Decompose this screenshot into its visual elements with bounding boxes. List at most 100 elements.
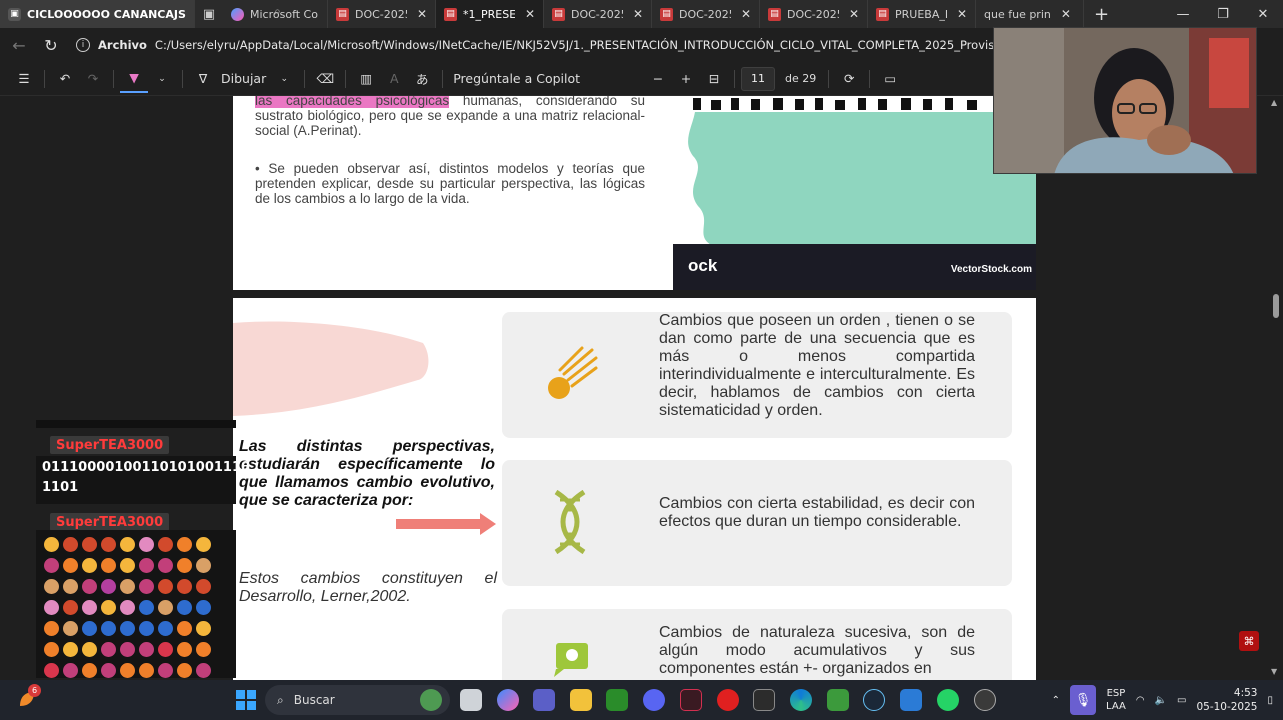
- minimize-icon[interactable]: —: [1163, 0, 1203, 28]
- emoji-icon: [44, 558, 59, 573]
- emoji-icon: [63, 663, 78, 678]
- highlighted-text[interactable]: las capacidades psicológicas: [255, 96, 450, 108]
- clock[interactable]: 4:53 05-10-2025: [1196, 686, 1257, 714]
- notification-badge: 6: [28, 684, 41, 697]
- translate-icon[interactable]: あ: [408, 65, 436, 93]
- file-explorer-icon[interactable]: [570, 689, 592, 711]
- copilot-icon: [231, 7, 244, 21]
- redo-icon[interactable]: ↷: [79, 65, 107, 93]
- whatsapp-icon[interactable]: [937, 689, 959, 711]
- steam-icon[interactable]: [863, 689, 885, 711]
- emoji-icon: [196, 663, 211, 678]
- refresh-icon[interactable]: ↻: [40, 36, 62, 55]
- youtube-icon[interactable]: [717, 689, 739, 711]
- nvidia-icon[interactable]: [606, 689, 628, 711]
- chevron-down-icon[interactable]: ⌄: [148, 65, 176, 93]
- edge-icon[interactable]: [790, 689, 812, 711]
- eraser-icon[interactable]: ⌫: [311, 65, 339, 93]
- teams-icon[interactable]: [533, 689, 555, 711]
- notifications-icon[interactable]: ▯: [1267, 695, 1273, 706]
- minecraft-icon[interactable]: [827, 689, 849, 711]
- close-tab-icon[interactable]: ✕: [741, 7, 751, 21]
- wifi-icon[interactable]: ◠: [1136, 695, 1145, 706]
- undo-icon[interactable]: ↶: [51, 65, 79, 93]
- emoji-icon: [120, 600, 135, 615]
- emoji-icon: [63, 537, 78, 552]
- close-tab-icon[interactable]: ✕: [525, 7, 535, 21]
- emoji-icon: [177, 663, 192, 678]
- discord-icon[interactable]: [643, 689, 665, 711]
- emoji-icon: [101, 600, 116, 615]
- emoji-icon: [177, 642, 192, 657]
- chevron-up-icon[interactable]: ⌃: [1052, 695, 1060, 706]
- card-stability-text: Cambios con cierta estabilidad, es decir…: [659, 495, 975, 530]
- tab-doc-4[interactable]: ▤ DOC-202510 ✕: [760, 0, 868, 28]
- tab-presentacion[interactable]: ▤ *1_PRESENT ✕: [436, 0, 544, 28]
- volume-icon[interactable]: 🔈: [1155, 695, 1167, 706]
- emoji-icon: [158, 579, 173, 594]
- start-button[interactable]: [236, 690, 256, 710]
- close-window-icon[interactable]: ✕: [1243, 0, 1283, 28]
- emoji-icon: [177, 579, 192, 594]
- chat-overlay: SuperTEA3000 01110000100110101001110 110…: [36, 420, 250, 678]
- ask-copilot-button[interactable]: Pregúntale a Copilot: [449, 65, 584, 93]
- microphone-icon[interactable]: 🎙: [1070, 685, 1097, 715]
- read-aloud-icon[interactable]: A: [380, 65, 408, 93]
- pdf-icon: ▤: [876, 7, 889, 21]
- copilot-icon[interactable]: [497, 689, 519, 711]
- emoji-icon: [82, 621, 97, 636]
- page-number-input[interactable]: 11: [741, 66, 776, 91]
- close-tab-icon[interactable]: ✕: [633, 7, 643, 21]
- epic-games-icon[interactable]: [753, 689, 775, 711]
- url-field[interactable]: i Archivo C:/Users/elyru/AppData/Local/M…: [76, 38, 1055, 52]
- contents-icon[interactable]: ☰: [10, 65, 38, 93]
- tab-doc-2[interactable]: ▤ DOC-202509 ✕: [544, 0, 652, 28]
- emoji-icon: [44, 621, 59, 636]
- fit-page-icon[interactable]: ⊟: [700, 65, 728, 93]
- weather-widget[interactable]: 6: [16, 684, 41, 710]
- close-tab-icon[interactable]: ✕: [849, 7, 859, 21]
- settings-icon[interactable]: [974, 689, 996, 711]
- scroll-down-icon[interactable]: ▼: [1271, 667, 1277, 676]
- text-icon[interactable]: ▥: [352, 65, 380, 93]
- emoji-icon: [82, 600, 97, 615]
- divider: [345, 69, 347, 88]
- tab-doc-1[interactable]: ▤ DOC-202509 ✕: [328, 0, 436, 28]
- tab-group-cicloooooo[interactable]: ▣ CICLOOOOOO CANANCAJSDNA: [0, 0, 195, 28]
- page-view-icon[interactable]: ▭: [876, 65, 904, 93]
- tab-search[interactable]: ⌕ que fue prin ✕: [274, 0, 1084, 28]
- battery-icon[interactable]: ▭: [1177, 695, 1186, 706]
- back-icon[interactable]: ←: [8, 36, 30, 55]
- windows-taskbar: 6 ⌕ Buscar ⌃ 🎙 ESP LAA ◠ 🔈 ▭ 4:53 05-10-…: [0, 680, 1283, 720]
- tab-actions-icon[interactable]: ▣: [195, 0, 223, 28]
- vertical-scrollbar[interactable]: ▲ ▼: [1269, 96, 1283, 680]
- emoji-icon: [139, 558, 154, 573]
- chevron-down-icon[interactable]: ⌄: [270, 65, 298, 93]
- task-view-icon[interactable]: [460, 689, 482, 711]
- valorant-icon[interactable]: [680, 689, 702, 711]
- tab-prueba[interactable]: ▤ PRUEBA_DE ✕: [868, 0, 976, 28]
- info-icon[interactable]: i: [76, 38, 90, 52]
- maximize-icon[interactable]: ❐: [1203, 0, 1243, 28]
- language-indicator[interactable]: ESP LAA: [1106, 687, 1126, 713]
- new-tab-button[interactable]: +: [1084, 4, 1119, 25]
- close-tab-icon[interactable]: ✕: [417, 7, 427, 21]
- zoom-out-icon[interactable]: −: [644, 65, 672, 93]
- adobe-acrobat-icon[interactable]: ⌘: [1239, 631, 1259, 651]
- emoji-icon: [196, 621, 211, 636]
- scrollbar-thumb[interactable]: [1273, 294, 1279, 318]
- notepad-icon[interactable]: [900, 689, 922, 711]
- card-successive: Cambios de naturaleza sucesiva, son de a…: [502, 609, 1012, 680]
- scroll-up-icon[interactable]: ▲: [1271, 98, 1277, 107]
- rotate-icon[interactable]: ⟳: [835, 65, 863, 93]
- webcam-overlay: [993, 27, 1257, 174]
- widgets-icon[interactable]: [420, 689, 442, 711]
- draw-button[interactable]: Dibujar: [217, 65, 270, 93]
- tab-doc-3[interactable]: ▤ DOC-202510 ✕: [652, 0, 760, 28]
- close-tab-icon[interactable]: ✕: [957, 7, 967, 21]
- zoom-in-icon[interactable]: +: [672, 65, 700, 93]
- highlight-icon[interactable]: ▼: [120, 65, 148, 93]
- chat-username: SuperTEA3000: [50, 513, 170, 531]
- close-tab-icon[interactable]: ✕: [1061, 7, 1071, 21]
- draw-icon[interactable]: ∇: [189, 65, 217, 93]
